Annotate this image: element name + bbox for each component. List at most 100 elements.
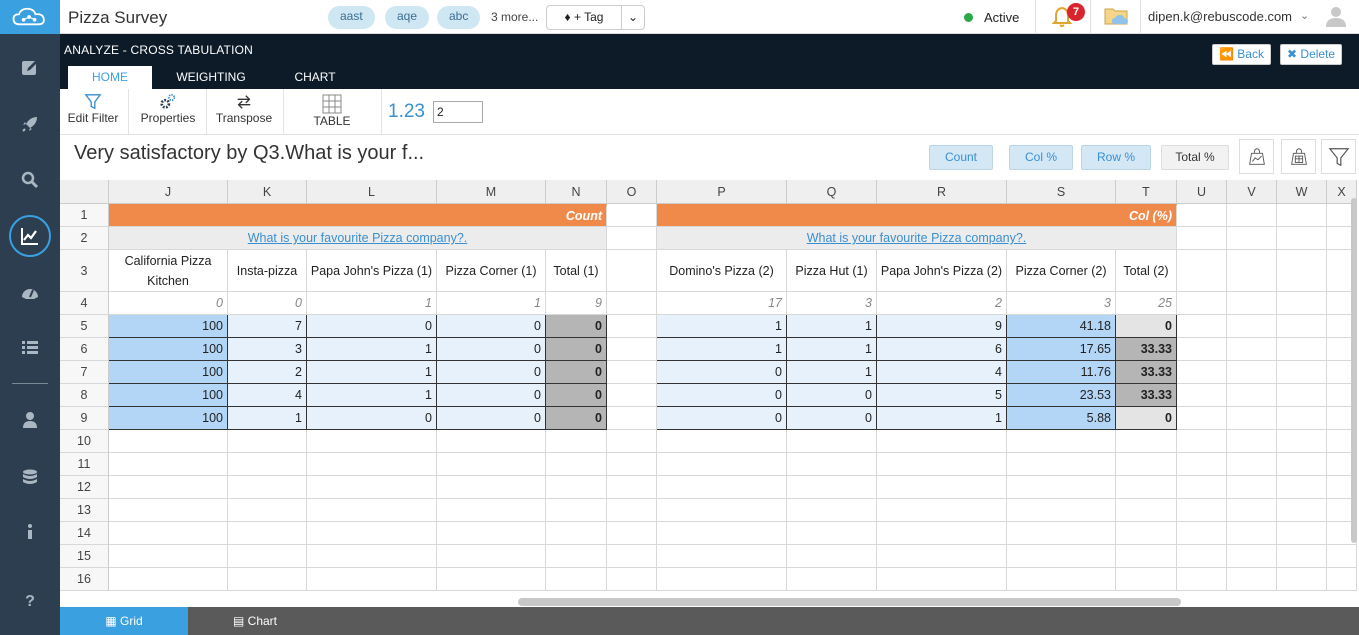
grid-cell[interactable] [1177,407,1227,430]
grid-cell[interactable] [657,522,787,545]
grid-cell[interactable] [607,453,657,476]
row-header[interactable]: 13 [60,499,109,522]
table-cell[interactable]: 11.76 [1007,361,1116,384]
row-header[interactable]: 3 [60,250,109,292]
grid-cell[interactable] [607,250,657,292]
grid-cell[interactable] [1177,476,1227,499]
table-cell[interactable]: 0 [657,384,787,407]
table-cell[interactable]: 4 [228,384,307,407]
tag-pill[interactable]: aast [328,6,375,29]
row-header[interactable]: 4 [60,292,109,315]
chevron-down-icon[interactable]: ⌄ [622,6,644,29]
row-header[interactable]: 7 [60,361,109,384]
grid-cell[interactable] [1227,476,1277,499]
grid-cell[interactable] [607,315,657,338]
grid-cell[interactable] [607,292,657,315]
total-percent-button[interactable]: Total % [1161,145,1229,170]
grid-cell[interactable] [1227,545,1277,568]
grid-cell[interactable] [787,499,877,522]
grid-cell[interactable] [607,384,657,407]
grid-cell[interactable] [1007,545,1116,568]
grid-cell[interactable] [877,499,1007,522]
grid-cell[interactable] [228,522,307,545]
grid-cell[interactable] [1177,522,1227,545]
grid-cell[interactable] [1227,227,1277,250]
tag-pill[interactable]: aqe [385,6,430,29]
grid-cell[interactable] [1277,227,1327,250]
table-cell[interactable]: 1 [787,315,877,338]
column-header[interactable]: J [109,180,228,204]
grid-cell[interactable] [307,568,437,591]
tab-chart[interactable]: CHART [285,66,345,89]
grid-cell[interactable] [1007,568,1116,591]
grid-cell[interactable] [1277,453,1327,476]
column-header[interactable]: R [877,180,1007,204]
grid-cell[interactable] [1327,545,1357,568]
table-bag-icon[interactable] [1281,139,1316,174]
grid-cell[interactable] [1007,430,1116,453]
grid-cell[interactable] [1227,315,1277,338]
column-header[interactable]: O [607,180,657,204]
column-header[interactable]: S [1007,180,1116,204]
grid-cell[interactable] [607,568,657,591]
table-cell[interactable]: 0 [437,407,546,430]
grid-cell[interactable] [437,453,546,476]
grid-cell[interactable] [546,522,607,545]
table-cell[interactable]: 33.33 [1116,338,1177,361]
grid-cell[interactable] [1227,453,1277,476]
row-header[interactable]: 1 [60,204,109,227]
table-cell[interactable]: 3 [228,338,307,361]
table-cell[interactable]: 7 [228,315,307,338]
vertical-scrollbar[interactable] [1351,198,1357,543]
column-header[interactable]: W [1277,180,1327,204]
grid-cell[interactable] [1007,499,1116,522]
grid-cell[interactable] [1227,250,1277,292]
grid-cell[interactable] [228,476,307,499]
grid-cell[interactable] [1177,499,1227,522]
chevron-down-icon[interactable]: ⌄ [1300,9,1309,22]
column-header[interactable]: T [1116,180,1177,204]
grid-cell[interactable] [1116,522,1177,545]
rocket-icon[interactable] [0,104,60,144]
list-icon[interactable] [0,328,60,368]
table-cell[interactable]: 0 [437,315,546,338]
grid-cell[interactable] [109,476,228,499]
grid-cell[interactable] [1277,204,1327,227]
grid-cell[interactable] [1277,476,1327,499]
grid-cell[interactable] [787,568,877,591]
grid-cell[interactable] [1177,250,1227,292]
table-cell[interactable]: 0 [787,384,877,407]
grid-cell[interactable] [1277,250,1327,292]
grid-cell[interactable] [607,499,657,522]
avatar[interactable] [1324,4,1348,31]
column-header[interactable]: Q [787,180,877,204]
tag-pill[interactable]: abc [437,6,481,29]
table-cell[interactable]: 100 [109,407,228,430]
grid-cell[interactable] [1277,407,1327,430]
transpose-button[interactable]: Transpose [212,89,276,135]
column-header[interactable]: K [228,180,307,204]
grid-cell[interactable] [1327,568,1357,591]
table-cell[interactable]: 33.33 [1116,384,1177,407]
add-tag-button[interactable]: ♦ + Tag ⌄ [546,5,645,30]
grid-cell[interactable] [787,430,877,453]
grid-cell[interactable] [1116,476,1177,499]
table-cell[interactable]: 0 [546,384,607,407]
tab-weighting[interactable]: WEIGHTING [168,66,254,89]
tab-home[interactable]: HOME [68,66,152,89]
grid-cell[interactable] [657,499,787,522]
grid-cell[interactable] [437,476,546,499]
grid-cell[interactable] [607,338,657,361]
grid-cell[interactable] [657,568,787,591]
grid-cell[interactable] [877,522,1007,545]
table-cell[interactable]: 100 [109,338,228,361]
grid-cell[interactable] [787,453,877,476]
grid-cell[interactable] [437,545,546,568]
table-cell[interactable]: 1 [307,384,437,407]
table-cell[interactable]: 17.65 [1007,338,1116,361]
table-cell[interactable]: 100 [109,361,228,384]
grid-cell[interactable] [1177,568,1227,591]
grid-cell[interactable] [607,361,657,384]
grid-cell[interactable] [1277,338,1327,361]
filter-icon[interactable] [1321,139,1356,174]
